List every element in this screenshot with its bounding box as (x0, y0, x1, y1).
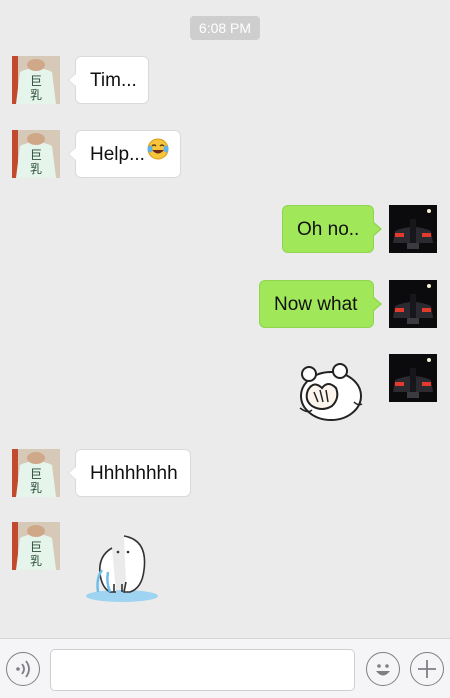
message-bubble-outgoing[interactable]: Oh no.. (282, 205, 382, 253)
timestamp-pill: 6:08 PM (190, 16, 260, 40)
message-text: Oh no.. (297, 219, 360, 240)
voice-button[interactable] (6, 652, 40, 686)
facepalm-bear-sticker-icon[interactable] (296, 362, 366, 427)
contact-avatar[interactable]: 巨 乳 (12, 522, 60, 570)
message-bubble-incoming[interactable]: Help... (68, 130, 181, 179)
shirt-glyph-2: 乳 (30, 554, 42, 568)
shirt-glyph-1: 巨 (30, 148, 42, 162)
tears-of-joy-emoji-icon (147, 131, 169, 179)
shirt-glyph-2: 乳 (30, 481, 42, 495)
message-text: Now what (274, 294, 358, 315)
shirt-glyph-2: 乳 (30, 88, 42, 102)
input-bar (0, 638, 450, 698)
shirt-glyph-1: 巨 (30, 74, 42, 88)
message-text: Tim... (90, 70, 137, 91)
self-avatar[interactable] (389, 354, 437, 402)
contact-avatar[interactable]: 巨 乳 (12, 449, 60, 497)
emoji-button[interactable] (366, 652, 400, 686)
contact-avatar[interactable]: 巨 乳 (12, 130, 60, 178)
shirt-glyph-2: 乳 (30, 162, 42, 176)
chat-area: 6:08 PM 巨 乳 Tim... 巨 乳 Help... Oh no.. N… (0, 0, 450, 638)
message-text: Hhhhhhhh (90, 463, 178, 484)
add-button[interactable] (410, 652, 444, 686)
self-avatar[interactable] (389, 205, 437, 253)
message-input[interactable] (50, 649, 355, 691)
shirt-glyph-1: 巨 (30, 467, 42, 481)
contact-avatar[interactable]: 巨 乳 (12, 56, 60, 104)
message-bubble-outgoing[interactable]: Now what (259, 280, 382, 328)
message-bubble-incoming[interactable]: Hhhhhhhh (68, 449, 191, 497)
message-text: Help... (90, 144, 145, 166)
shirt-glyph-1: 巨 (30, 540, 42, 554)
message-bubble-incoming[interactable]: Tim... (68, 56, 149, 104)
crying-puddle-sticker-icon[interactable] (84, 530, 160, 609)
self-avatar[interactable] (389, 280, 437, 328)
